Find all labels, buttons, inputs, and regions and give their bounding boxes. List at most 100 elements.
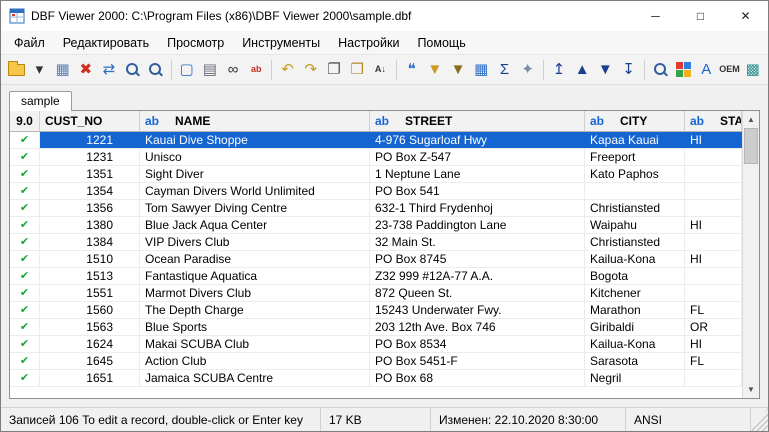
cell-cust_no[interactable]: 1551 [40,285,140,301]
cell-street[interactable]: PO Box 68 [370,370,585,386]
table-row[interactable]: ✔ 1624 Makai SCUBA Club PO Box 8534 Kailua-K… [10,336,742,353]
cell-city[interactable]: Kitchener [585,285,685,301]
find-button[interactable]: ∞ [222,58,244,82]
cell-name[interactable]: Fantastique Aquatica [140,268,370,284]
table-row[interactable]: ✔ 1354 Cayman Divers World Unlimited PO Box… [10,183,742,200]
table-row[interactable]: ✔ 1513 Fantastique Aquatica Z32 999 #12A-77… [10,268,742,285]
print-button[interactable]: ▤ [199,58,221,82]
tab-sample[interactable]: sample [9,91,72,111]
menu-item-tools[interactable]: Инструменты [233,33,329,53]
table-row[interactable]: ✔ 1510 Ocean Paradise PO Box 8745 Kailua-Kon… [10,251,742,268]
undo-button[interactable]: ↶ [276,58,298,82]
export-button[interactable]: ⇄ [98,58,120,82]
cell-state[interactable]: FL [685,353,742,369]
cell-city[interactable]: Freeport [585,149,685,165]
cell-city[interactable]: Bogota [585,268,685,284]
vertical-scrollbar[interactable]: ▲ ▼ [742,111,759,398]
cell-city[interactable]: Kailua-Kona [585,251,685,267]
cell-name[interactable]: Tom Sawyer Diving Centre [140,200,370,216]
advanced-filter-button[interactable]: ▼ [447,58,469,82]
sort-button[interactable]: A↓ [369,58,391,82]
table-row[interactable]: ✔ 1560 The Depth Charge 15243 Underwater Fw… [10,302,742,319]
cell-cust_no[interactable]: 1645 [40,353,140,369]
column-header-cust_no[interactable]: CUST_NO [40,111,140,131]
scroll-up-icon[interactable]: ▲ [743,111,759,128]
settings-button[interactable]: ▩ [742,58,764,82]
cell-state[interactable]: HI [685,132,742,148]
cell-cust_no[interactable]: 1563 [40,319,140,335]
resize-grip[interactable] [751,408,768,431]
oem-button[interactable]: OEM [718,58,740,82]
cell-state[interactable]: HI [685,336,742,352]
cell-state[interactable] [685,149,742,165]
copy-button[interactable]: ❐ [323,58,345,82]
cell-street[interactable]: PO Box Z-547 [370,149,585,165]
cell-cust_no[interactable]: 1624 [40,336,140,352]
cell-name[interactable]: Marmot Divers Club [140,285,370,301]
replace-button[interactable]: ab [245,58,267,82]
form-view-button[interactable]: ▢ [176,58,198,82]
scrollbar-track[interactable] [743,128,759,381]
table-row[interactable]: ✔ 1563 Blue Sports 203 12th Ave. Box 746 Gir… [10,319,742,336]
cell-cust_no[interactable]: 1560 [40,302,140,318]
table-row[interactable]: ✔ 1651 Jamaica SCUBA Centre PO Box 68 Negril [10,370,742,387]
clear-button[interactable]: ✦ [517,58,539,82]
cell-name[interactable]: Blue Sports [140,319,370,335]
cell-cust_no[interactable]: 1510 [40,251,140,267]
minimize-button[interactable]: ─ [633,1,678,31]
table-row[interactable]: ✔ 1645 Action Club PO Box 5451-F Sarasota FL [10,353,742,370]
delete-record-button[interactable]: ✖ [75,58,97,82]
filter-button[interactable]: ▼ [424,58,446,82]
cell-state[interactable] [685,234,742,250]
version-header-cell[interactable]: 9.0 [10,111,40,131]
cell-state[interactable]: FL [685,302,742,318]
table-row[interactable]: ✔ 1221 Kauai Dive Shoppe 4-976 Sugarloaf Hw… [10,132,742,149]
open-file-button[interactable] [5,58,27,82]
cell-city[interactable]: Christiansted [585,234,685,250]
cell-cust_no[interactable]: 1651 [40,370,140,386]
cell-city[interactable]: Kailua-Kona [585,336,685,352]
cell-name[interactable]: VIP Divers Club [140,234,370,250]
cell-cust_no[interactable]: 1231 [40,149,140,165]
cell-cust_no[interactable]: 1351 [40,166,140,182]
sum-button[interactable]: Σ [493,58,515,82]
cell-name[interactable]: Jamaica SCUBA Centre [140,370,370,386]
cell-state[interactable] [685,268,742,284]
cell-street[interactable]: Z32 999 #12A-77 A.A. [370,268,585,284]
cell-street[interactable]: PO Box 5451-F [370,353,585,369]
cell-city[interactable]: Waipahu [585,217,685,233]
last-record-button[interactable]: ↧ [617,58,639,82]
cell-street[interactable]: 23-738 Paddington Lane [370,217,585,233]
cell-street[interactable]: 632-1 Third Frydenhoj [370,200,585,216]
first-record-button[interactable]: ↥ [548,58,570,82]
cell-street[interactable]: 15243 Underwater Fwy. [370,302,585,318]
cell-name[interactable]: Makai SCUBA Club [140,336,370,352]
column-header-state[interactable]: ab STATE [685,111,742,131]
cell-name[interactable]: Sight Diver [140,166,370,182]
cell-street[interactable]: 32 Main St. [370,234,585,250]
cell-cust_no[interactable]: 1513 [40,268,140,284]
grid-view-button[interactable]: ▦ [470,58,492,82]
cell-city[interactable]: Kato Paphos [585,166,685,182]
cell-street[interactable]: PO Box 8534 [370,336,585,352]
scroll-down-icon[interactable]: ▼ [743,381,759,398]
table-row[interactable]: ✔ 1356 Tom Sawyer Diving Centre 632-1 Third… [10,200,742,217]
cell-city[interactable]: Kapaa Kauai [585,132,685,148]
cell-street[interactable]: 1 Neptune Lane [370,166,585,182]
column-header-name[interactable]: ab NAME [140,111,370,131]
close-button[interactable]: ✕ [723,1,768,31]
cell-name[interactable]: Cayman Divers World Unlimited [140,183,370,199]
redo-button[interactable]: ↷ [300,58,322,82]
cell-cust_no[interactable]: 1221 [40,132,140,148]
cell-state[interactable] [685,285,742,301]
cell-city[interactable]: Marathon [585,302,685,318]
font-button[interactable]: A [695,58,717,82]
zoom-button[interactable] [144,58,166,82]
cell-name[interactable]: Action Club [140,353,370,369]
cell-cust_no[interactable]: 1380 [40,217,140,233]
menu-item-view[interactable]: Просмотр [158,33,233,53]
cell-cust_no[interactable]: 1384 [40,234,140,250]
cell-state[interactable]: OR [685,319,742,335]
cell-state[interactable] [685,200,742,216]
menu-item-help[interactable]: Помощь [408,33,474,53]
